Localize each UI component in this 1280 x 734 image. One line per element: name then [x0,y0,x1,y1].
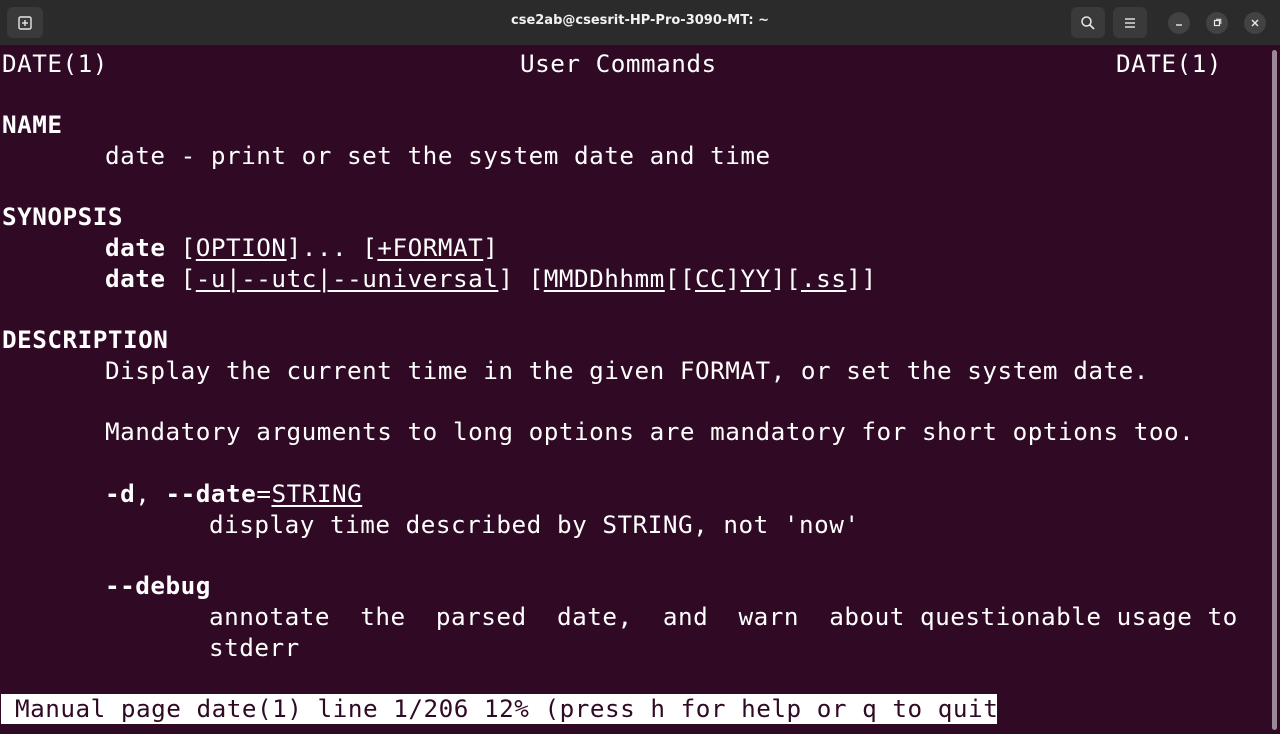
synopsis-arg: YY [740,264,771,293]
synopsis-text: ]] [846,264,877,293]
maximize-icon [1213,18,1222,27]
pager-status-text: Manual page date(1) line 1/206 12% (pres… [15,694,1014,723]
close-button[interactable] [1244,12,1266,34]
hamburger-menu-icon [1125,17,1135,28]
close-icon [1251,19,1259,27]
man-header-right: DATE(1) [1116,49,1222,78]
terminal-area[interactable]: DATE(1) User Commands DATE(1) NAME date … [0,45,1268,734]
option-separator: , [135,479,166,508]
scrollbar[interactable] [1272,50,1277,730]
synopsis-text: ]... [ [286,233,378,262]
option-date-description: display time described by STRING, not 'n… [209,510,860,539]
option-debug-description-1: annotate the parsed date, and warn about… [209,602,1238,631]
description-paragraph-1: Display the current time in the given FO… [105,356,1149,385]
title-bar: cse2ab@csesrit-HP-Pro-3090-MT: ~ [0,0,1280,45]
synopsis-text: [ [180,264,196,293]
option-arg: STRING [271,479,363,508]
search-button[interactable] [1071,7,1105,38]
synopsis-arg: CC [695,264,726,293]
option-equals: = [256,479,272,508]
man-header-left: DATE(1) [2,49,108,78]
option-date-line: -d, --date=STRING [105,479,362,509]
minimize-button[interactable] [1168,12,1190,34]
synopsis-arg: +FORMAT [377,233,484,262]
minimize-icon [1176,24,1182,26]
description-paragraph-2: Mandatory arguments to long options are … [105,417,1195,446]
synopsis-text: [[ [664,264,696,293]
section-heading-synopsis: SYNOPSIS [2,202,124,231]
synopsis-line-1: date [OPTION]... [+FORMAT] [105,233,498,263]
section-heading-name: NAME [2,110,63,139]
section-heading-description: DESCRIPTION [2,325,169,354]
option-debug-description-2: stderr [209,633,300,662]
option-flag: --date [165,479,257,508]
synopsis-text: ] [725,264,741,293]
pager-status-line: Manual page date(1) line 1/206 12% (pres… [1,694,1013,724]
option-flag: -d [105,479,136,508]
name-description: date - print or set the system date and … [105,141,771,170]
synopsis-arg: -u|--utc|--universal [195,264,499,293]
synopsis-text: ] [483,233,499,262]
synopsis-text: ][ [770,264,801,293]
synopsis-text: ] [ [498,264,544,293]
synopsis-text: [ [180,233,196,262]
synopsis-command: date [105,264,166,293]
synopsis-arg: OPTION [195,233,287,262]
maximize-button[interactable] [1206,12,1228,34]
synopsis-arg: MMDDhhmm [543,264,665,293]
synopsis-line-2: date [-u|--utc|--universal] [MMDDhhmm[[C… [105,264,877,294]
search-icon [1081,15,1095,30]
menu-button[interactable] [1113,7,1147,38]
option-debug-flag: --debug [105,571,211,600]
synopsis-command: date [105,233,166,262]
man-header-center: User Commands [520,49,717,78]
synopsis-arg: .ss [800,264,847,293]
